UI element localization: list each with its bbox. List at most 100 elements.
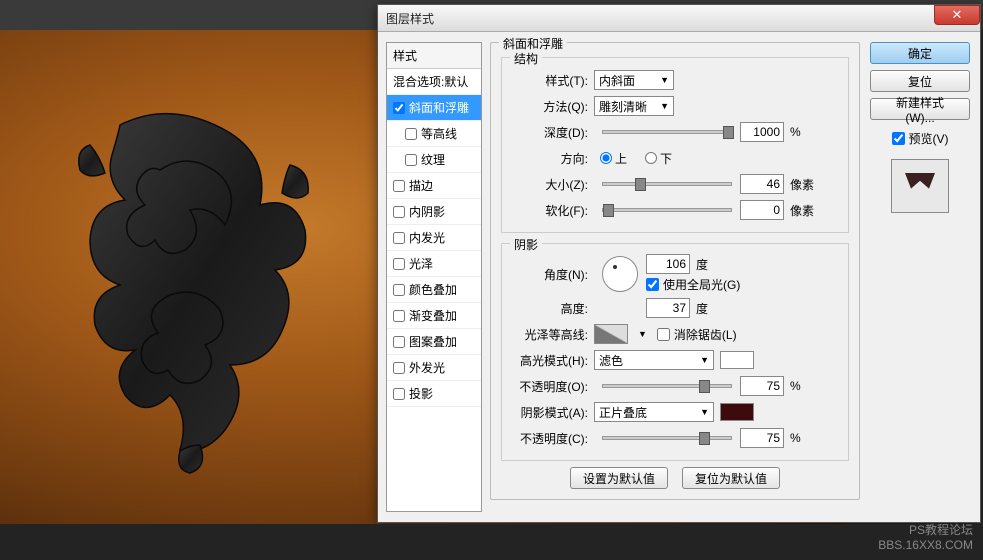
style-label: 图案叠加 [409,333,457,350]
close-button[interactable]: ✕ [934,5,980,25]
size-slider[interactable] [602,182,732,186]
gloss-contour-label: 光泽等高线: [510,326,594,343]
antialias-checkbox[interactable] [657,328,670,341]
chevron-down-icon[interactable]: ▼ [638,329,647,339]
style-item[interactable]: 投影 [387,381,481,407]
soften-slider[interactable] [602,208,732,212]
direction-up-radio[interactable] [600,152,612,164]
style-checkbox[interactable] [393,336,405,348]
direction-down-radio[interactable] [645,152,657,164]
style-checkbox[interactable] [393,284,405,296]
shading-legend: 阴影 [510,236,542,253]
chevron-down-icon: ▼ [660,101,669,111]
highlight-opacity-slider[interactable] [602,384,732,388]
style-item[interactable]: 描边 [387,173,481,199]
depth-label: 深度(D): [510,124,594,141]
watermark: PS教程论坛BBS.16XX8.COM [878,523,973,554]
highlight-mode-label: 高光模式(H): [510,352,594,369]
highlight-color-swatch[interactable] [720,351,754,369]
angle-dial[interactable] [602,256,638,292]
style-label: 渐变叠加 [409,307,457,324]
style-checkbox[interactable] [393,206,405,218]
style-checkbox[interactable] [393,180,405,192]
size-input[interactable] [740,174,784,194]
chevron-down-icon: ▼ [700,355,709,365]
dialog-title: 图层样式 [386,10,434,27]
angle-input[interactable] [646,254,690,274]
global-light-label: 使用全局光(G) [663,276,740,293]
style-item[interactable]: 纹理 [387,147,481,173]
style-checkbox[interactable] [405,128,417,140]
unit-label: % [790,431,822,445]
style-label: 等高线 [421,125,457,142]
direction-label: 方向: [510,150,594,167]
styles-header[interactable]: 样式 [387,43,481,69]
shadow-mode-combo[interactable]: 正片叠底▼ [594,402,714,422]
unit-label: % [790,379,822,393]
unit-label: 度 [696,300,728,317]
chevron-down-icon: ▼ [700,407,709,417]
unit-label: 像素 [790,202,822,219]
ok-button[interactable]: 确定 [870,42,970,64]
preview-thumbnail [891,159,949,213]
soften-input[interactable] [740,200,784,220]
style-item[interactable]: 外发光 [387,355,481,381]
style-checkbox[interactable] [393,232,405,244]
technique-label: 方法(Q): [510,98,594,115]
new-style-button[interactable]: 新建样式(W)... [870,98,970,120]
shadow-opacity-input[interactable] [740,428,784,448]
style-label: 纹理 [421,151,445,168]
set-default-button[interactable]: 设置为默认值 [570,467,668,489]
depth-slider[interactable] [602,130,732,134]
style-item[interactable]: 等高线 [387,121,481,147]
unit-label: % [790,125,822,139]
size-label: 大小(Z): [510,176,594,193]
shadow-color-swatch[interactable] [720,403,754,421]
style-label: 颜色叠加 [409,281,457,298]
gloss-contour-swatch[interactable] [594,324,628,344]
altitude-input[interactable] [646,298,690,318]
preview-label: 预览(V) [909,130,949,147]
highlight-opacity-label: 不透明度(O): [510,378,594,395]
global-light-checkbox[interactable] [646,278,659,291]
shadow-mode-label: 阴影模式(A): [510,404,594,421]
style-item[interactable]: 斜面和浮雕 [387,95,481,121]
blend-options-label: 混合选项:默认 [393,73,468,90]
style-label: 斜面和浮雕 [409,99,469,116]
style-label: 投影 [409,385,433,402]
style-checkbox[interactable] [393,362,405,374]
style-item[interactable]: 内阴影 [387,199,481,225]
blend-options-item[interactable]: 混合选项:默认 [387,69,481,95]
altitude-label: 高度: [510,300,594,317]
style-label: 样式(T): [510,72,594,89]
style-item[interactable]: 颜色叠加 [387,277,481,303]
style-combo[interactable]: 内斜面▼ [594,70,674,90]
depth-input[interactable] [740,122,784,142]
styles-list: 样式 混合选项:默认 斜面和浮雕等高线纹理描边内阴影内发光光泽颜色叠加渐变叠加图… [386,42,482,512]
style-checkbox[interactable] [393,388,405,400]
technique-combo[interactable]: 雕刻清晰▼ [594,96,674,116]
shadow-opacity-label: 不透明度(C): [510,430,594,447]
highlight-mode-combo[interactable]: 滤色▼ [594,350,714,370]
style-checkbox[interactable] [393,310,405,322]
antialias-label: 消除锯齿(L) [674,326,737,343]
dragon-artwork [50,95,330,475]
angle-label: 角度(N): [510,266,594,283]
shadow-opacity-slider[interactable] [602,436,732,440]
style-label: 光泽 [409,255,433,272]
structure-legend: 结构 [510,50,542,67]
preview-checkbox[interactable] [892,132,905,145]
style-item[interactable]: 图案叠加 [387,329,481,355]
highlight-opacity-input[interactable] [740,376,784,396]
style-item[interactable]: 渐变叠加 [387,303,481,329]
titlebar[interactable]: 图层样式 ✕ [378,5,980,32]
style-checkbox[interactable] [405,154,417,166]
reset-default-button[interactable]: 复位为默认值 [682,467,780,489]
style-label: 外发光 [409,359,445,376]
style-item[interactable]: 内发光 [387,225,481,251]
style-checkbox[interactable] [393,102,405,114]
cancel-button[interactable]: 复位 [870,70,970,92]
style-checkbox[interactable] [393,258,405,270]
unit-label: 像素 [790,176,822,193]
style-item[interactable]: 光泽 [387,251,481,277]
